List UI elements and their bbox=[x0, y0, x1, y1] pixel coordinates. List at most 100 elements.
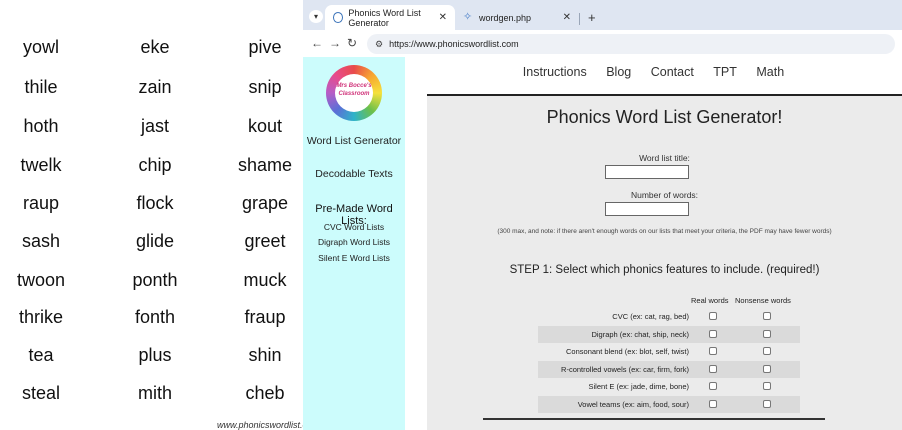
pdf-word: thile bbox=[24, 77, 58, 97]
nav-blog[interactable]: Blog bbox=[606, 65, 631, 79]
sidebar-link-word-list-generator[interactable]: Word List Generator bbox=[303, 135, 405, 147]
nonsense-words-checkbox[interactable] bbox=[763, 329, 771, 338]
sidebar-link-digraph[interactable]: Digraph Word Lists bbox=[303, 237, 405, 247]
real-words-checkbox[interactable] bbox=[709, 347, 717, 355]
tab-search-icon[interactable]: ▾ bbox=[309, 10, 323, 23]
nav-tpt[interactable]: TPT bbox=[713, 65, 737, 79]
pdf-word: mith bbox=[137, 383, 173, 403]
sidebar-link-cvc[interactable]: CVC Word Lists bbox=[303, 222, 405, 232]
real-words-checkbox[interactable] bbox=[709, 364, 717, 373]
main-content: Instructions Blog Contact TPT Math Phoni… bbox=[405, 57, 902, 430]
real-words-checkbox[interactable] bbox=[709, 382, 717, 390]
close-tab-icon[interactable]: ✕ bbox=[439, 12, 447, 23]
tab-strip: ▾ Phonics Word List Generator ✕ ✧ wordge… bbox=[303, 0, 902, 30]
web-page: Mrs Bocce's Classroom Word List Generato… bbox=[303, 57, 902, 430]
sidebar-link-silent-e[interactable]: Silent E Word Lists bbox=[303, 253, 405, 263]
pdf-word: zain bbox=[138, 77, 172, 97]
page-title: Phonics Word List Generator! bbox=[546, 107, 783, 127]
feature-label: Digraph (ex: chat, ship, neck) bbox=[591, 329, 689, 339]
pdf-word: raup bbox=[22, 193, 60, 213]
word-count-input[interactable] bbox=[605, 202, 689, 216]
real-words-checkbox[interactable] bbox=[709, 399, 717, 408]
word-count-label: Number of words: bbox=[630, 190, 699, 200]
pdf-word: yowl bbox=[22, 37, 60, 57]
tab-wordgen[interactable]: ✧ wordgen.php ✕ bbox=[455, 5, 579, 30]
pdf-word: greet bbox=[244, 231, 286, 251]
pdf-word: fonth bbox=[134, 307, 176, 327]
close-tab-icon[interactable]: ✕ bbox=[563, 12, 571, 23]
feature-row: CVC (ex: cat, rag, bed) bbox=[538, 308, 800, 325]
forward-arrow-icon[interactable]: → bbox=[329, 36, 341, 50]
nonsense-words-checkbox[interactable] bbox=[763, 364, 771, 373]
nonsense-words-checkbox[interactable] bbox=[763, 382, 771, 390]
pdf-word: tea bbox=[28, 345, 54, 365]
feature-label: Consonant blend (ex: blot, self, twist) bbox=[566, 347, 689, 356]
pdf-word: muck bbox=[243, 270, 287, 290]
feature-label: R-controlled vowels (ex: car, firm, fork… bbox=[561, 364, 689, 374]
reload-icon[interactable]: ↻ bbox=[347, 36, 357, 50]
nonsense-words-checkbox[interactable] bbox=[763, 347, 771, 355]
sparkle-icon: ✧ bbox=[463, 11, 473, 23]
list-title-label: Word list title: bbox=[639, 153, 690, 163]
pdf-word: shame bbox=[237, 155, 293, 175]
nav-contact[interactable]: Contact bbox=[651, 65, 694, 79]
pdf-word: twoon bbox=[16, 270, 66, 290]
feature-row: R-controlled vowels (ex: car, firm, fork… bbox=[538, 360, 800, 378]
pdf-word: hoth bbox=[23, 116, 59, 136]
logo-text: Mrs Bocce's Classroom bbox=[335, 74, 373, 112]
nonsense-words-checkbox[interactable] bbox=[763, 399, 771, 408]
feature-row: Vowel teams (ex: aim, food, sour) bbox=[538, 395, 800, 413]
pdf-word: twelk bbox=[20, 155, 62, 175]
pdf-word: grape bbox=[241, 193, 289, 213]
feature-label: Vowel teams (ex: aim, food, sour) bbox=[577, 399, 689, 409]
real-words-checkbox[interactable] bbox=[709, 329, 717, 338]
pdf-word: kout bbox=[247, 116, 283, 136]
browser-toolbar: ← → ↻ ⚙ https://www.phonicswordlist.com bbox=[303, 30, 902, 57]
pdf-word: shin bbox=[248, 345, 282, 365]
pdf-word: flock bbox=[136, 193, 174, 213]
feature-label: CVC (ex: cat, rag, bed) bbox=[612, 312, 689, 321]
sidebar-link-decodable-texts[interactable]: Decodable Texts bbox=[303, 168, 405, 180]
pdf-footer-url: www.phonicswordlist.o bbox=[217, 420, 308, 430]
pdf-word: thrike bbox=[18, 307, 64, 327]
back-arrow-icon[interactable]: ← bbox=[311, 36, 323, 50]
pdf-word: cheb bbox=[245, 383, 285, 403]
col-real-words: Real words bbox=[691, 296, 729, 305]
feature-label: Silent E (ex: jade, dime, bone) bbox=[588, 382, 689, 391]
nav-instructions[interactable]: Instructions bbox=[523, 65, 587, 79]
pdf-word: jast bbox=[140, 116, 170, 136]
step1-heading: STEP 1: Select which phonics features to… bbox=[509, 264, 820, 276]
pdf-word: eke bbox=[140, 37, 170, 57]
tab-phonics-generator[interactable]: Phonics Word List Generator ✕ bbox=[325, 5, 455, 30]
tab-title: wordgen.php bbox=[479, 12, 532, 23]
col-nonsense-words: Nonsense words bbox=[735, 296, 791, 305]
feature-row: Consonant blend (ex: blot, self, twist) bbox=[538, 343, 800, 360]
sidebar: Mrs Bocce's Classroom Word List Generato… bbox=[303, 57, 405, 430]
pdf-word: snip bbox=[248, 77, 282, 97]
site-logo[interactable]: Mrs Bocce's Classroom bbox=[326, 65, 382, 121]
top-nav: Instructions Blog Contact TPT Math bbox=[405, 65, 902, 79]
pdf-word: fraup bbox=[244, 307, 286, 327]
new-tab-button[interactable]: + bbox=[588, 10, 596, 25]
pdf-word: pive bbox=[248, 37, 282, 57]
feature-row: Digraph (ex: chat, ship, neck) bbox=[538, 325, 800, 343]
nonsense-words-checkbox[interactable] bbox=[763, 312, 771, 320]
real-words-checkbox[interactable] bbox=[709, 312, 717, 320]
browser-window: ▾ Phonics Word List Generator ✕ ✧ wordge… bbox=[303, 0, 902, 430]
address-bar[interactable]: ⚙ https://www.phonicswordlist.com bbox=[367, 34, 895, 54]
pdf-word: ponth bbox=[132, 270, 178, 290]
pdf-word-list: yowl thile hoth twelk raup sash twoon thrike tea… bbox=[0, 0, 308, 430]
tab-divider bbox=[579, 13, 580, 25]
list-title-input[interactable] bbox=[605, 165, 689, 179]
globe-icon bbox=[333, 12, 344, 23]
table-bottom-rule bbox=[483, 418, 825, 420]
word-count-note: (300 max, and note: if there aren't enou… bbox=[497, 228, 832, 235]
feature-row: Silent E (ex: jade, dime, bone) bbox=[538, 378, 800, 395]
pdf-word: steal bbox=[21, 383, 61, 403]
nav-math[interactable]: Math bbox=[756, 65, 784, 79]
site-settings-icon[interactable]: ⚙ bbox=[375, 39, 383, 50]
pdf-word: glide bbox=[135, 231, 175, 251]
pdf-word: chip bbox=[138, 155, 172, 175]
generator-panel: Phonics Word List Generator! Word list t… bbox=[427, 96, 902, 430]
url-text: https://www.phonicswordlist.com bbox=[389, 39, 519, 49]
